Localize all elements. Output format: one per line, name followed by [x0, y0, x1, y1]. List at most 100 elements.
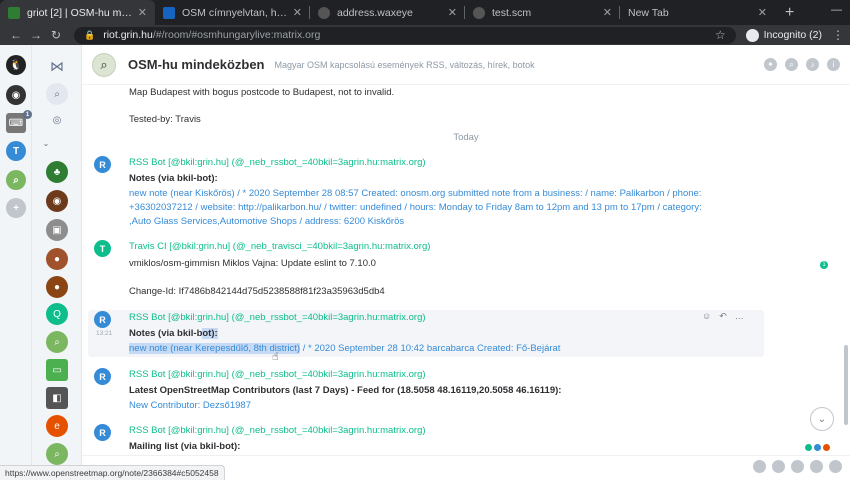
- sender-avatar[interactable]: R: [94, 368, 111, 385]
- bookmark-star-icon[interactable]: ☆: [715, 28, 726, 42]
- browser-tab-3[interactable]: test.scm ✕: [465, 0, 620, 25]
- browser-tab-0[interactable]: griot [2] | OSM-hu mindekö ✕: [0, 0, 155, 25]
- globe-icon[interactable]: ◉: [6, 85, 26, 105]
- collapse-chevron-icon[interactable]: ⌄: [40, 137, 52, 149]
- jump-to-bottom-button[interactable]: ⌄: [810, 407, 834, 431]
- osm-magnifier-icon[interactable]: ⌕: [6, 170, 26, 190]
- message-title: Notes (via bkil-bot):: [129, 173, 218, 184]
- forward-arrow-icon[interactable]: →: [26, 28, 46, 42]
- message-link[interactable]: new note (near Kiskőrös) / * 2020 Septem…: [129, 188, 701, 199]
- mouse-cursor-icon: ☝: [272, 351, 279, 363]
- room-avatar-laptop[interactable]: ▭: [46, 359, 68, 381]
- osm-magnifier-icon[interactable]: ⌕: [46, 331, 68, 353]
- room-header: ⌕ OSM-hu mindeközben Magyar OSM kapcsolá…: [82, 45, 850, 85]
- message-link[interactable]: +36302037212 / website: http://palikarbo…: [129, 202, 702, 213]
- room-avatar-logo[interactable]: ◧: [46, 387, 68, 409]
- browser-toolbar: ← → ↻ 🔒 riot.grin.hu /#/room/#osmhungary…: [0, 25, 850, 45]
- sender-name[interactable]: RSS Bot [@bkil:grin.hu] (@_neb_rssbot_=4…: [129, 369, 426, 380]
- attachment-icon[interactable]: [753, 460, 766, 473]
- globe-favicon-icon: [473, 6, 485, 19]
- search-icon[interactable]: ⌕: [785, 58, 798, 71]
- emoji-icon[interactable]: [772, 460, 785, 473]
- close-tab-icon[interactable]: ✕: [448, 6, 457, 19]
- incognito-profile-button[interactable]: Incognito (2): [745, 28, 822, 42]
- message-body-line: vmiklos/osm-gimmisn Miklos Vajna: Update…: [129, 258, 376, 269]
- add-community-icon[interactable]: +: [6, 198, 26, 218]
- message-title: Mailing list (via bkil-bot):: [129, 441, 241, 452]
- message-link[interactable]: new note (near Kerepesdűlő, 8th district…: [129, 343, 560, 354]
- back-arrow-icon[interactable]: ←: [6, 28, 26, 42]
- room-avatar-q[interactable]: Q: [46, 303, 68, 325]
- title-text: Notes (via bkil-b: [129, 328, 203, 339]
- tab-title: test.scm: [492, 6, 532, 19]
- message-action-bar: ☺ ↶ …: [702, 311, 744, 322]
- tab-title: OSM címnyelvtan, hírek: [182, 6, 289, 19]
- address-bar[interactable]: 🔒 riot.grin.hu /#/room/#osmhungarylive:m…: [74, 26, 736, 44]
- sender-avatar[interactable]: R: [94, 156, 111, 173]
- sender-name[interactable]: Travis CI [@bkil:grin.hu] (@_neb_travisc…: [129, 241, 430, 252]
- read-receipt-marker[interactable]: 1: [820, 261, 828, 269]
- browser-tab-4[interactable]: New Tab ✕: [620, 0, 775, 25]
- browser-tab-1[interactable]: OSM címnyelvtan, hírek ✕: [155, 0, 310, 25]
- room-avatar-t[interactable]: T: [6, 141, 26, 161]
- sender-name[interactable]: RSS Bot [@bkil:grin.hu] (@_neb_rssbot_=4…: [129, 157, 426, 168]
- video-call-icon[interactable]: [829, 460, 842, 473]
- notifications-bell-icon[interactable]: ♪: [806, 58, 819, 71]
- osm-magnifier-icon[interactable]: ⌕: [46, 443, 68, 465]
- react-emoji-icon[interactable]: ☺: [702, 311, 711, 322]
- window-controls[interactable]: —: [831, 4, 842, 16]
- search-icon[interactable]: ⌕: [46, 83, 68, 105]
- message-timeline[interactable]: Map Budapest with bogus postcode to Buda…: [82, 85, 850, 455]
- explore-icon[interactable]: ◎: [46, 109, 68, 131]
- room-name[interactable]: OSM-hu mindeközben: [128, 57, 265, 72]
- reload-icon[interactable]: ↻: [46, 28, 66, 42]
- close-tab-icon[interactable]: ✕: [293, 6, 302, 19]
- browser-status-url: https://www.openstreetmap.org/note/23663…: [0, 465, 225, 480]
- tab-title: New Tab: [628, 6, 669, 19]
- reply-icon[interactable]: ↶: [719, 311, 727, 322]
- room-avatar-osm-magnifier-icon[interactable]: ⌕: [92, 52, 116, 77]
- tab-title: address.waxeye: [337, 6, 413, 19]
- message-body-line: Tested-by: Travis: [129, 114, 201, 125]
- link-text[interactable]: / * 2020 September 28 10:42 barcabarca C…: [300, 343, 561, 354]
- pin-icon[interactable]: ✦: [764, 58, 777, 71]
- message-link[interactable]: ,Auto Glass Services,Automotive Shops / …: [129, 216, 404, 227]
- room-avatar-ball[interactable]: ●: [46, 276, 68, 298]
- close-tab-icon[interactable]: ✕: [758, 6, 767, 19]
- timeline-scrollbar[interactable]: [844, 345, 848, 425]
- room-info-icon[interactable]: i: [827, 58, 840, 71]
- more-options-icon[interactable]: …: [735, 311, 744, 322]
- unread-badge: 1: [23, 110, 32, 119]
- sender-avatar[interactable]: R: [94, 311, 111, 328]
- sender-name[interactable]: RSS Bot [@bkil:grin.hu] (@_neb_rssbot_=4…: [129, 425, 426, 436]
- message-title: Notes (via bkil-bot):: [129, 328, 218, 339]
- globe-favicon-icon: [318, 6, 330, 19]
- room-avatar-orange[interactable]: e: [46, 415, 68, 437]
- read-receipts[interactable]: [805, 444, 830, 451]
- browser-tab-strip: griot [2] | OSM-hu mindekö ✕ OSM címnyel…: [0, 0, 850, 25]
- url-path: /#/room/#osmhungarylive:matrix.org: [152, 29, 321, 41]
- room-avatar-tree[interactable]: ♣: [46, 161, 68, 183]
- message-link[interactable]: New Contributor: Dezső1987: [129, 400, 251, 411]
- close-tab-icon[interactable]: ✕: [603, 6, 612, 19]
- sender-avatar[interactable]: T: [94, 240, 111, 257]
- linux-tux-icon[interactable]: 🐧: [6, 55, 26, 75]
- browser-tab-2[interactable]: address.waxeye ✕: [310, 0, 465, 25]
- sticker-icon[interactable]: [791, 460, 804, 473]
- community-rail: 🐧 ◉ ⌨ 1 T ⌕ +: [0, 45, 32, 465]
- new-tab-button[interactable]: +: [775, 0, 804, 25]
- message-title: Latest OpenStreetMap Contributors (last …: [129, 385, 562, 396]
- voice-call-icon[interactable]: [810, 460, 823, 473]
- room-list-rail: ⋈ ⌕ ◎ ⌄ ♣ ◉ ▣ ● ● Q ⌕ ▭ ◧ e ⌕: [32, 45, 82, 465]
- close-tab-icon[interactable]: ✕: [138, 6, 147, 19]
- sender-name[interactable]: RSS Bot [@bkil:grin.hu] (@_neb_rssbot_=4…: [129, 312, 426, 323]
- browser-menu-icon[interactable]: ⋮: [832, 28, 844, 42]
- room-avatar-photo[interactable]: ▣: [46, 219, 68, 241]
- riot-favicon-icon: [8, 6, 20, 19]
- keyboard-icon[interactable]: ⌨ 1: [6, 110, 32, 133]
- room-avatar-donut[interactable]: ◉: [46, 190, 68, 212]
- day-separator: Today: [453, 132, 479, 143]
- home-icon[interactable]: ⋈: [46, 55, 68, 77]
- sender-avatar[interactable]: R: [94, 424, 111, 441]
- room-avatar-dog[interactable]: ●: [46, 248, 68, 270]
